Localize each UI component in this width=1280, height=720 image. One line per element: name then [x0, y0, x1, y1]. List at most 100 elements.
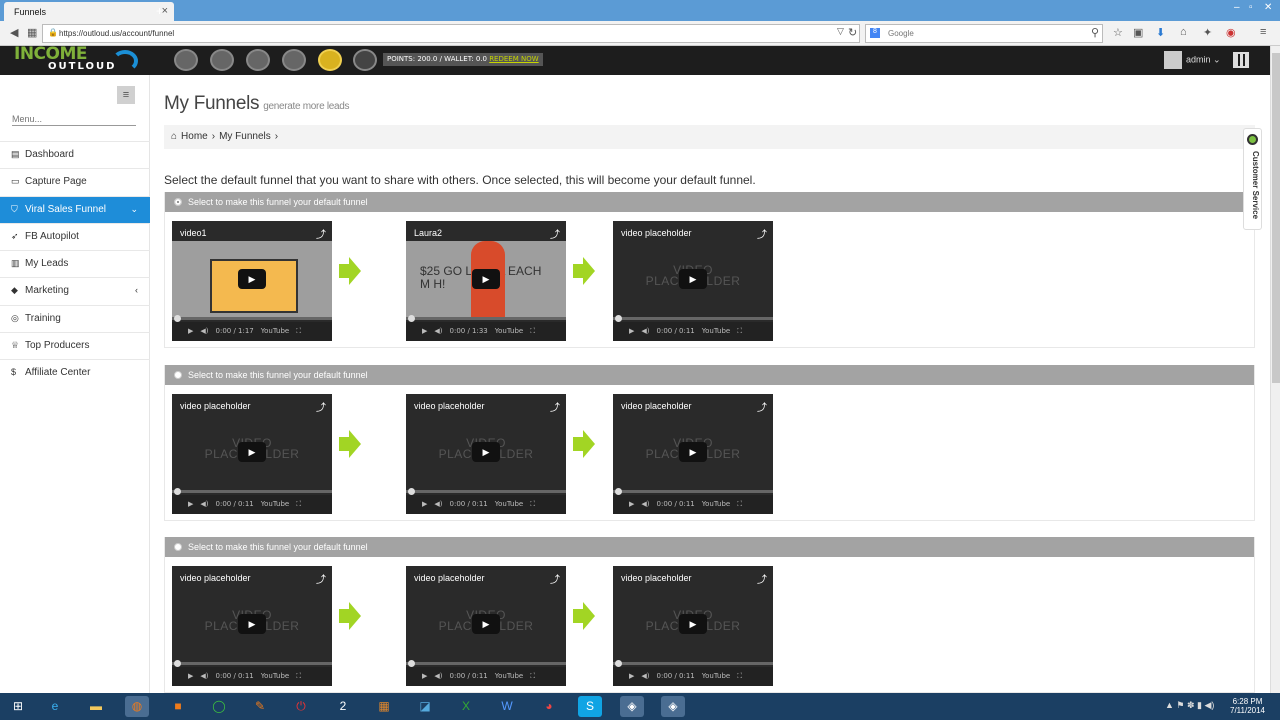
video-title[interactable]: video placeholder [414, 573, 485, 583]
start-icon[interactable]: ⊞ [6, 696, 30, 717]
share-icon[interactable]: ⤴ [757, 571, 767, 586]
addon-icon[interactable]: ◉ [1226, 26, 1236, 39]
video-progress-bar[interactable] [406, 490, 566, 493]
video-scrubber[interactable] [408, 660, 415, 667]
video-scrubber[interactable] [408, 315, 415, 322]
play-icon[interactable]: ▶ [422, 672, 427, 680]
bookmark-star-icon[interactable]: ☆ [1113, 26, 1123, 39]
video-progress-bar[interactable] [406, 662, 566, 665]
folder-icon[interactable]: ▬ [84, 696, 108, 717]
video-title[interactable]: video placeholder [621, 401, 692, 411]
play-icon[interactable]: ▶ [188, 327, 193, 335]
video-scrubber[interactable] [174, 488, 181, 495]
video-progress-bar[interactable] [406, 317, 566, 320]
user-menu[interactable]: admin ⌄ [1164, 51, 1221, 69]
youtube-logo[interactable]: YouTube [702, 500, 730, 508]
volume-icon[interactable]: ◀) [200, 500, 208, 508]
play-button[interactable]: ▶ [472, 269, 500, 289]
youtube-logo[interactable]: YouTube [495, 672, 523, 680]
play-button[interactable]: ▶ [238, 269, 266, 289]
search-icon[interactable]: ⚲ [1091, 26, 1099, 39]
youtube-logo[interactable]: YouTube [261, 672, 289, 680]
play-icon[interactable]: ▶ [629, 327, 634, 335]
video-scrubber[interactable] [615, 488, 622, 495]
share-icon[interactable]: ⤴ [550, 571, 560, 586]
video-player[interactable]: VIDEOPLACEHOLDERvideo placeholder⤴▶▶◀)0:… [172, 566, 332, 686]
customer-service-tab[interactable]: Customer Service [1243, 128, 1262, 230]
search-box[interactable]: 8 Google [865, 24, 1103, 43]
play-button[interactable]: ▶ [238, 442, 266, 462]
rank-badge-icon[interactable] [282, 49, 306, 71]
rank-badge-icon[interactable] [246, 49, 270, 71]
funnel-radio[interactable] [174, 543, 182, 551]
breadcrumb-home[interactable]: Home [181, 131, 208, 142]
youtube-logo[interactable]: YouTube [702, 672, 730, 680]
window-close-icon[interactable]: ✕ [1264, 2, 1272, 13]
play-button[interactable]: ▶ [238, 614, 266, 634]
sidebar-item-top-producers[interactable]: ♕ Top Producers [0, 332, 150, 359]
site-logo[interactable]: INCOME OUTLOUD [14, 46, 138, 72]
chrome-icon[interactable]: ◕ [537, 696, 561, 717]
sidebar-item-fb-autopilot[interactable]: ➶ FB Autopilot [0, 222, 150, 250]
play-button[interactable]: ▶ [679, 614, 707, 634]
funnel-radio[interactable] [174, 371, 182, 379]
rank-badge-icon[interactable] [353, 49, 377, 71]
redeem-link[interactable]: REDEEM NOW [489, 55, 538, 63]
video-player[interactable]: $25 GO LAURA EACH M H!Laura2⤴▶▶◀)0:00 / … [406, 221, 566, 341]
video-progress-bar[interactable] [172, 317, 332, 320]
play-button[interactable]: ▶ [679, 269, 707, 289]
home-icon[interactable]: ⌂ [1180, 26, 1187, 38]
minimize-icon[interactable]: – [1234, 2, 1240, 13]
video-title[interactable]: Laura2 [414, 228, 442, 238]
video-player[interactable]: VIDEOPLACEHOLDERvideo placeholder⤴▶▶◀)0:… [613, 566, 773, 686]
play-icon[interactable]: ▶ [629, 500, 634, 508]
video-title[interactable]: video placeholder [180, 401, 251, 411]
system-tray[interactable]: ▲ ⚑ ✽ ▮ ◀) [1165, 700, 1214, 711]
video-player[interactable]: VIDEOPLACEHOLDERvideo placeholder⤴▶▶◀)0:… [172, 394, 332, 514]
youtube-logo[interactable]: YouTube [261, 500, 289, 508]
gold-badge-icon[interactable] [318, 49, 342, 71]
address-bar[interactable]: 🔒 https://outloud.us/account/funnel [42, 24, 860, 43]
play-icon[interactable]: ▶ [422, 500, 427, 508]
app-icon[interactable]: 2 [331, 696, 355, 717]
play-icon[interactable]: ▶ [629, 672, 634, 680]
volume-icon[interactable]: ◀) [434, 500, 442, 508]
play-icon[interactable]: ▶ [422, 327, 427, 335]
menu-search-input[interactable] [12, 112, 136, 126]
play-icon[interactable]: ▶ [188, 672, 193, 680]
clipboard-icon[interactable]: ▣ [1133, 26, 1143, 39]
firefox-icon[interactable]: ◍ [125, 696, 149, 717]
video-player[interactable]: VIDEOPLACEHOLDERvideo placeholder⤴▶▶◀)0:… [613, 394, 773, 514]
restore-icon[interactable]: ▫ [1249, 2, 1253, 13]
download-icon[interactable]: ⬇ [1156, 26, 1165, 39]
volume-icon[interactable]: ◀) [641, 672, 649, 680]
fullscreen-icon[interactable]: ⛶ [296, 327, 301, 335]
fullscreen-icon[interactable]: ⛶ [296, 500, 301, 508]
excel-icon[interactable]: X [454, 696, 478, 717]
video-scrubber[interactable] [615, 315, 622, 322]
play-button[interactable]: ▶ [472, 614, 500, 634]
fullscreen-icon[interactable]: ⛶ [737, 672, 742, 680]
youtube-logo[interactable]: YouTube [495, 500, 523, 508]
sidebar-item-affiliate-center[interactable]: $ Affiliate Center [0, 359, 150, 386]
sidebar-item-marketing[interactable]: ◆ Marketing ‹ [0, 277, 150, 304]
menu-icon[interactable]: ≡ [1260, 26, 1266, 38]
sidebar-item-dashboard[interactable]: ▤ Dashboard [0, 141, 150, 168]
volume-icon[interactable]: ◀) [200, 672, 208, 680]
video-title[interactable]: video placeholder [414, 401, 485, 411]
scrollbar-thumb[interactable] [1272, 53, 1280, 383]
play-icon[interactable]: ▶ [188, 500, 193, 508]
extension-icon[interactable]: ✦ [1203, 26, 1212, 39]
page-scrollbar[interactable] [1270, 46, 1280, 693]
sidebar-item-training[interactable]: ◎ Training [0, 304, 150, 332]
volume-icon[interactable]: ◀) [641, 327, 649, 335]
app-icon[interactable]: ◈ [661, 696, 685, 717]
app-icon[interactable]: ■ [166, 696, 190, 717]
rank-badge-icon[interactable] [210, 49, 234, 71]
sidebar-item-my-leads[interactable]: ▥ My Leads [0, 250, 150, 277]
app-icon[interactable]: ✎ [248, 696, 272, 717]
video-progress-bar[interactable] [613, 662, 773, 665]
rank-badge-icon[interactable] [174, 49, 198, 71]
app-icon[interactable]: ▦ [372, 696, 396, 717]
video-scrubber[interactable] [174, 660, 181, 667]
